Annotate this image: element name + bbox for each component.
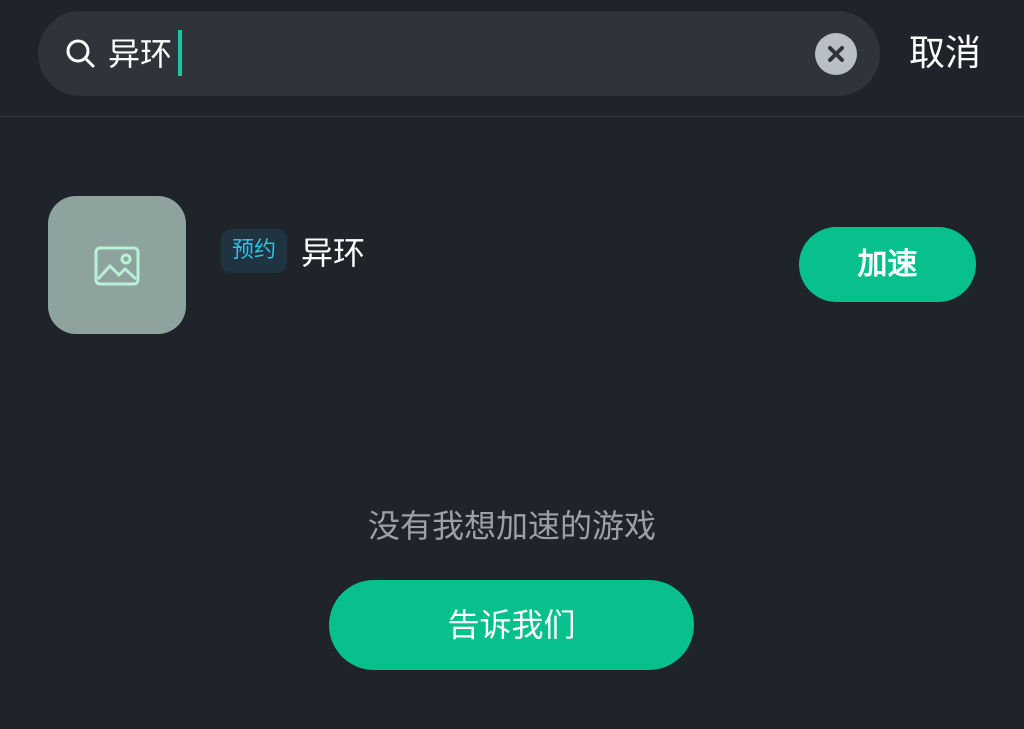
game-thumbnail[interactable]: [48, 196, 186, 334]
no-game-prompt: 没有我想加速的游戏: [367, 507, 656, 545]
clear-button[interactable]: [815, 33, 857, 75]
game-title[interactable]: 异环: [301, 231, 365, 275]
search-input[interactable]: 异环: [108, 30, 172, 78]
reservation-tag: 预约: [221, 229, 287, 273]
clear-icon: [828, 46, 844, 62]
accelerate-button[interactable]: 加速: [799, 227, 976, 302]
header-divider: [0, 116, 1024, 117]
text-caret: [178, 30, 182, 76]
image-placeholder-icon: [94, 246, 140, 286]
cancel-button[interactable]: 取消: [900, 28, 990, 80]
search-icon: [66, 39, 95, 68]
tell-us-button[interactable]: 告诉我们: [329, 580, 694, 670]
